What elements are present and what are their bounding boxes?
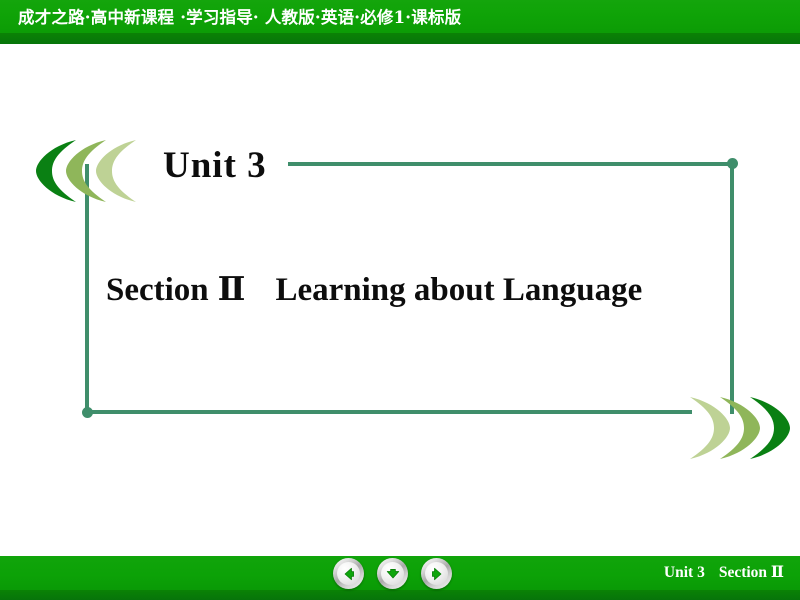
arrow-down-icon — [385, 566, 401, 582]
section-topic: Learning about Language — [275, 272, 643, 308]
section-word: Section — [106, 272, 209, 308]
footer-breadcrumb: Unit 3 Section Ⅱ — [664, 560, 784, 586]
chevron-decoration-bottom-right — [688, 393, 800, 463]
frame-top-line — [288, 162, 734, 166]
chevron-decoration-top-left — [32, 136, 152, 206]
arrow-left-icon — [341, 566, 357, 582]
next-slide-button[interactable] — [421, 558, 452, 589]
previous-slide-button[interactable] — [333, 558, 364, 589]
next-animation-button[interactable] — [377, 558, 408, 589]
previous-button-face — [337, 562, 360, 585]
unit-title: Unit 3 — [163, 145, 267, 186]
frame-right-line — [730, 162, 734, 414]
section-number: Ⅱ — [217, 272, 246, 308]
chevron-dark-icon — [748, 395, 794, 461]
header-bar: 成才之路·高中新课程 ·学习指导· 人教版·英语·必修1·课标版 — [0, 0, 800, 44]
next-button-face — [425, 562, 448, 585]
chevron-dark-icon — [32, 138, 78, 204]
section-title-line: Section Ⅱ Learning about Language — [106, 269, 642, 309]
footer-unit-label: Unit 3 — [663, 564, 705, 581]
footer-bar-shadow-strip — [0, 590, 800, 600]
header-title: 成才之路·高中新课程 ·学习指导· 人教版·英语·必修1·课标版 — [18, 8, 462, 27]
footer-section-label: Section — [718, 564, 768, 581]
header-bar-shadow-strip — [0, 33, 800, 44]
footer-section-number: Ⅱ — [770, 564, 784, 581]
navigation-buttons — [330, 557, 460, 591]
arrow-right-icon — [429, 566, 445, 582]
slide-content-area: Unit 3 Section Ⅱ Learning about Language — [0, 44, 800, 556]
footer-bar: Unit 3 Section Ⅱ — [0, 556, 800, 600]
frame-corner-dot-bottom-left — [82, 407, 93, 418]
next-animation-button-face — [381, 562, 404, 585]
frame-bottom-line — [85, 410, 692, 414]
frame-corner-dot-top-right — [727, 158, 738, 169]
